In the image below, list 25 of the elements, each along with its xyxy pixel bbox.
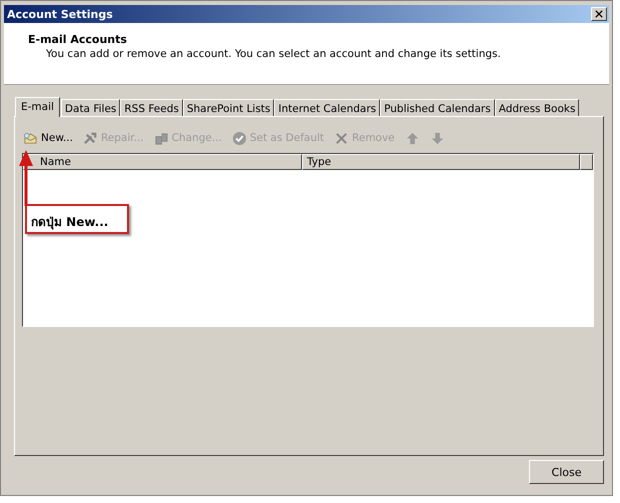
callout-arrow (19, 150, 33, 206)
tab[interactable]: SharePoint Lists (182, 99, 274, 116)
column-header[interactable]: Type (302, 154, 580, 170)
close-icon (595, 10, 603, 18)
close-button[interactable] (591, 7, 607, 21)
tab[interactable]: RSS Feeds (120, 99, 183, 116)
tab[interactable]: Published Calendars (380, 99, 495, 116)
description-text: You can add or remove an account. You can select an account and change its settings. (46, 48, 502, 60)
window-title: Account Settings (7, 8, 113, 20)
toolbar-button[interactable]: New... (22, 130, 74, 146)
section-heading: E-mail Accounts (28, 33, 128, 46)
close-dialog-button[interactable]: Close (529, 460, 604, 484)
tab[interactable]: Internet Calendars (274, 99, 380, 116)
tools-icon (82, 130, 98, 146)
envelope-icon (23, 130, 38, 146)
x-icon (334, 130, 350, 146)
column-header[interactable]: Name (23, 154, 302, 170)
tab[interactable]: Address Books (494, 99, 580, 116)
checkmark-icon (232, 130, 247, 146)
tab[interactable]: Data Files (60, 99, 120, 116)
document-icon (154, 130, 169, 146)
down-arrow-icon (430, 130, 445, 146)
up-arrow-icon (404, 130, 420, 146)
callout-label: กดปุ่ม New... (25, 204, 129, 234)
tab[interactable]: E-mail (15, 97, 60, 117)
